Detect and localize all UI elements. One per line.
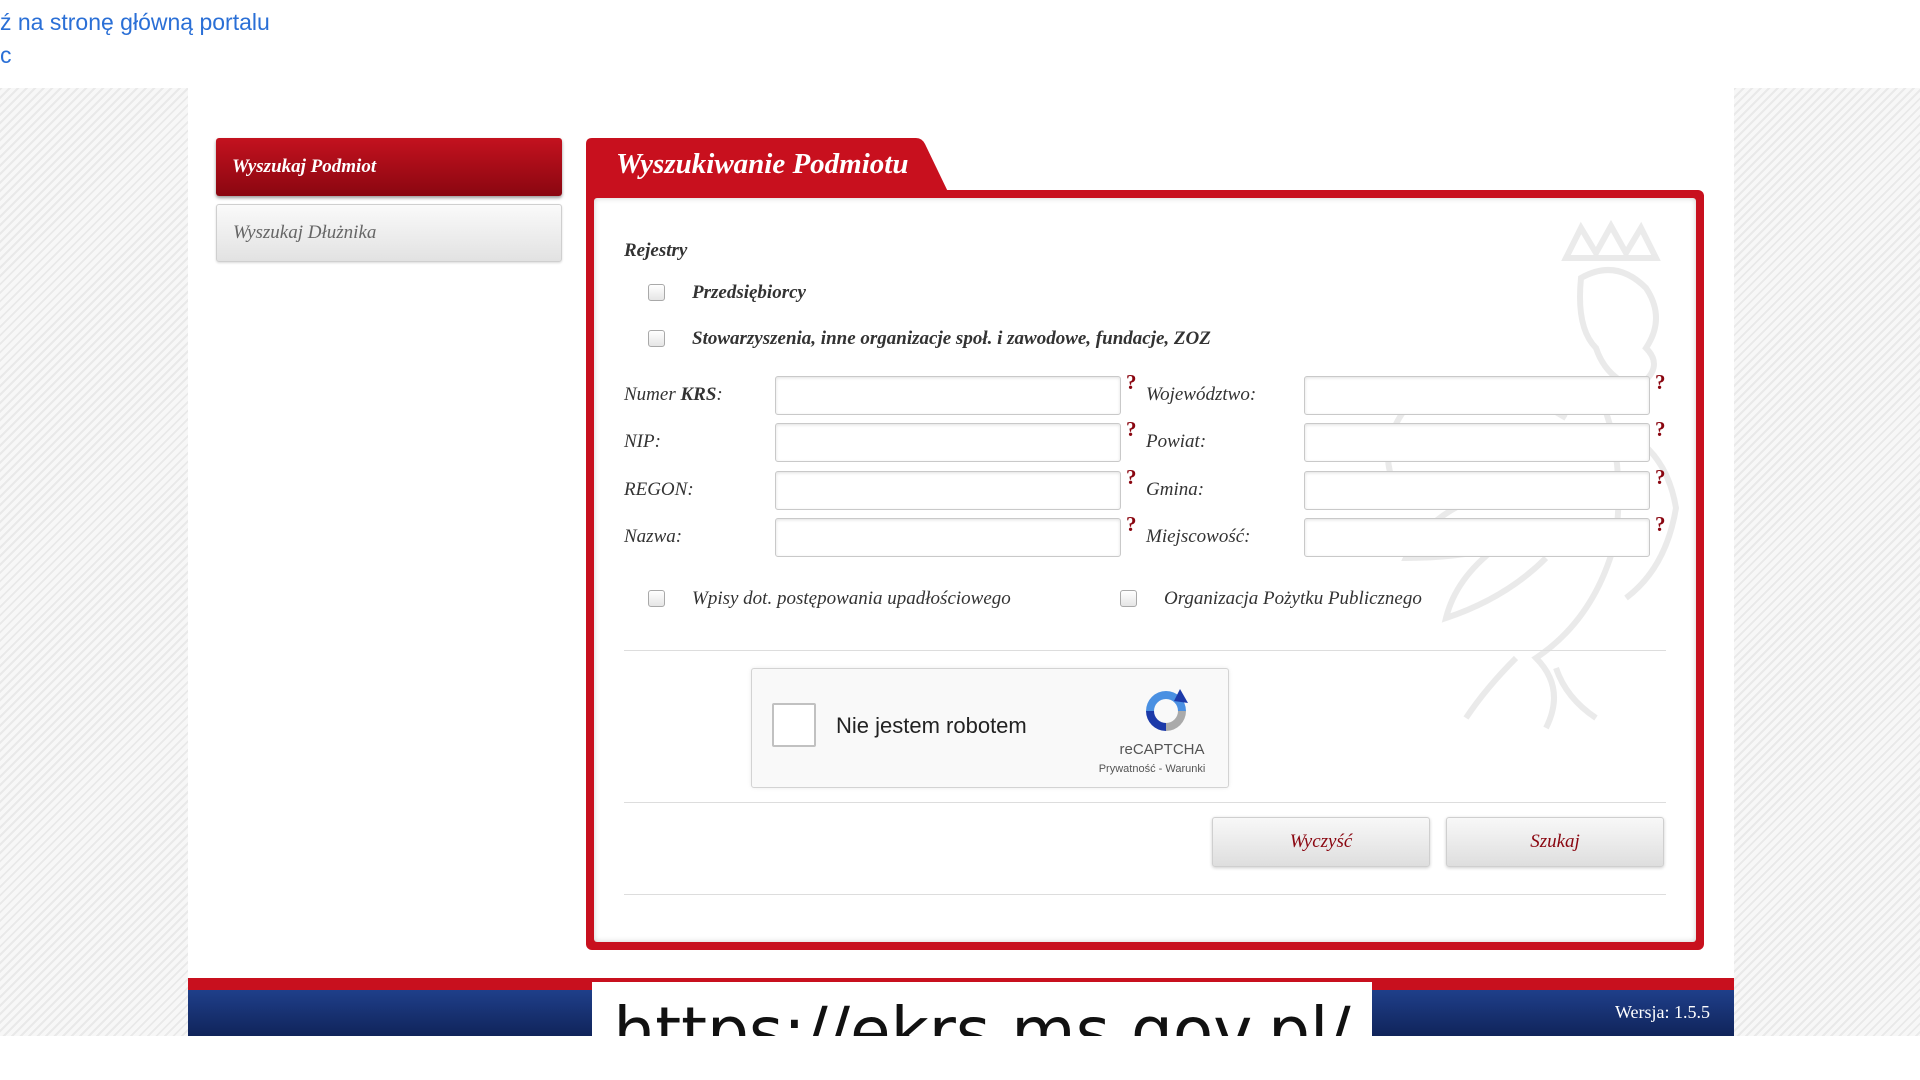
divider — [624, 650, 1666, 651]
recaptcha-widget: Nie jestem robotem reCAPTCHA Prywatność … — [751, 668, 1229, 788]
search-button[interactable]: Szukaj — [1446, 817, 1664, 867]
name-input[interactable] — [775, 518, 1121, 557]
voivodeship-help-icon[interactable]: ? — [1655, 370, 1666, 395]
county-input[interactable] — [1304, 423, 1650, 462]
portal-home-link[interactable]: ź na stronę główną portalu — [0, 9, 270, 36]
recaptcha-terms-link[interactable]: Prywatność - Warunki — [1082, 763, 1222, 775]
secondary-link[interactable]: c — [0, 42, 12, 69]
checkbox-bankruptcy-label: Wpisy dot. postępowania upadłościowego — [692, 588, 1011, 609]
locality-input[interactable] — [1304, 518, 1650, 557]
checkbox-entrepreneurs-label: Przedsiębiorcy — [692, 282, 806, 303]
sidebar-item-search-debtor[interactable]: Wyszukaj Dłużnika — [216, 204, 562, 262]
sidebar-item-label: Wyszukaj Podmiot — [232, 156, 377, 177]
checkbox-public-benefit-label: Organizacja Pożytku Publicznego — [1164, 588, 1422, 609]
name-help-icon[interactable]: ? — [1126, 512, 1137, 537]
background-stripe-left — [0, 88, 188, 1036]
recaptcha-label: Nie jestem robotem — [836, 713, 1027, 738]
bottom-strip — [0, 1036, 1920, 1080]
commune-input[interactable] — [1304, 471, 1650, 510]
voivodeship-label: Województwo: — [1146, 384, 1257, 405]
divider — [624, 894, 1666, 895]
locality-label: Miejscowość: — [1146, 526, 1251, 547]
recaptcha-logo-icon — [1146, 689, 1188, 731]
sidebar-item-label: Wyszukaj Dłużnika — [233, 222, 377, 243]
recaptcha-checkbox[interactable] — [772, 703, 816, 747]
page-title: Wyszukiwanie Podmiotu — [616, 148, 909, 180]
krs-help-icon[interactable]: ? — [1126, 370, 1137, 395]
registries-label: Rejestry — [624, 240, 688, 261]
commune-help-icon[interactable]: ? — [1655, 465, 1666, 490]
recaptcha-brand: reCAPTCHA — [1119, 741, 1205, 758]
divider — [624, 802, 1666, 803]
search-form: Rejestry Przedsiębiorcy Stowarzyszenia, … — [594, 198, 1696, 942]
background-stripe-right — [1734, 88, 1920, 1036]
top-links-bar: ź na stronę główną portalu c — [0, 0, 1920, 88]
regon-help-icon[interactable]: ? — [1126, 465, 1137, 490]
nip-help-icon[interactable]: ? — [1126, 417, 1137, 442]
nip-label: NIP: — [624, 431, 661, 452]
krs-input[interactable] — [775, 376, 1121, 415]
version-text: Wersja: 1.5.5 — [1614, 1002, 1710, 1022]
regon-label: REGON: — [624, 479, 694, 500]
regon-input[interactable] — [775, 471, 1121, 510]
name-label: Nazwa: — [624, 526, 683, 547]
county-label: Powiat: — [1146, 431, 1207, 452]
checkbox-entrepreneurs[interactable] — [648, 284, 665, 301]
locality-help-icon[interactable]: ? — [1655, 512, 1666, 537]
page-content: Wyszukaj Podmiot Wyszukaj Dłużnika Wyszu… — [188, 88, 1734, 978]
krs-label: Numer KRS: — [624, 384, 723, 405]
sidebar-item-search-entity[interactable]: Wyszukaj Podmiot — [216, 138, 562, 196]
nip-input[interactable] — [775, 423, 1121, 462]
checkbox-public-benefit[interactable] — [1120, 590, 1137, 607]
county-help-icon[interactable]: ? — [1655, 417, 1666, 442]
search-panel: Rejestry Przedsiębiorcy Stowarzyszenia, … — [586, 190, 1704, 950]
checkbox-bankruptcy[interactable] — [648, 590, 665, 607]
commune-label: Gmina: — [1146, 479, 1205, 500]
checkbox-associations-label: Stowarzyszenia, inne organizacje społ. i… — [692, 328, 1211, 349]
voivodeship-input[interactable] — [1304, 376, 1650, 415]
checkbox-associations[interactable] — [648, 330, 665, 347]
panel-title-tab: Wyszukiwanie Podmiotu — [586, 138, 950, 196]
clear-button[interactable]: Wyczyść — [1212, 817, 1430, 867]
